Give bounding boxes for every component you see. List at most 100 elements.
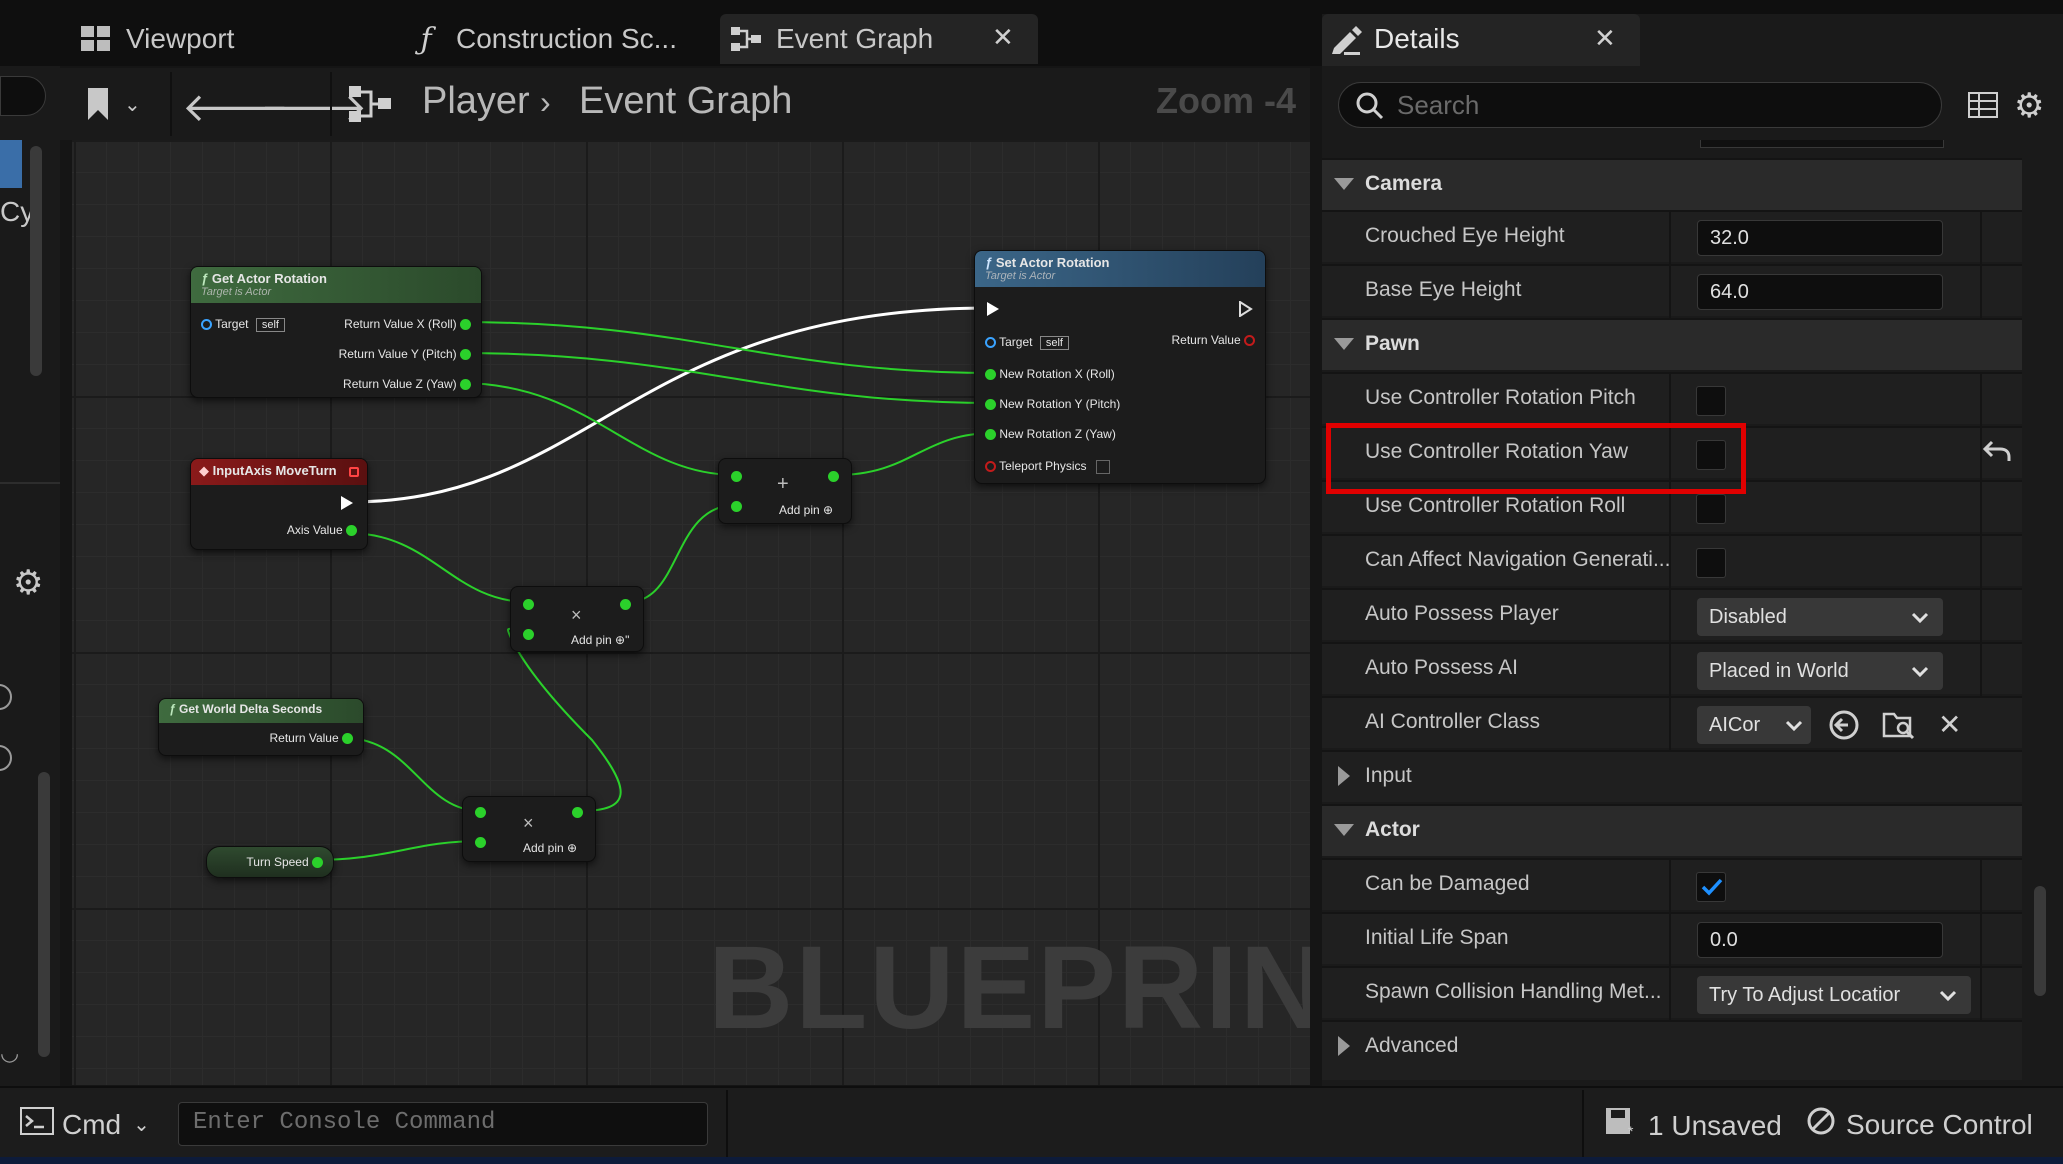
prop-label: Can Affect Navigation Generati...	[1365, 548, 1671, 571]
input-pin-yaw[interactable]: New Rotation Z (Yaw)	[985, 427, 1116, 441]
float-pin-icon[interactable]	[828, 471, 839, 482]
category-input[interactable]: Input	[1322, 750, 2022, 802]
clear-icon[interactable]: ✕	[1938, 708, 1961, 741]
spawn-collision-dropdown[interactable]: Try To Adjust Locatior	[1697, 976, 1971, 1014]
node-input-axis-moveturn[interactable]: ◆ InputAxis MoveTurn Axis Value	[190, 458, 368, 550]
tab-event-graph[interactable]: Event Graph	[720, 14, 1038, 64]
float-pin-icon[interactable]	[620, 599, 631, 610]
float-pin-icon[interactable]	[475, 807, 486, 818]
target-pin[interactable]: Target self	[201, 317, 285, 332]
delegate-pin-icon[interactable]	[349, 467, 359, 477]
prop-crouched-eye-height: Crouched Eye Height 32.0	[1322, 210, 2022, 264]
output-pin-pitch[interactable]: Return Value Y (Pitch)	[339, 347, 471, 361]
chevron-down-icon	[1911, 661, 1929, 684]
console-command-input[interactable]: Enter Console Command	[178, 1102, 708, 1146]
cmd-dropdown[interactable]: Cmd ⌄	[20, 1107, 150, 1142]
input-pin-pitch[interactable]: New Rotation Y (Pitch)	[985, 397, 1120, 411]
tab-details[interactable]: Details ✕	[1322, 14, 1640, 66]
input-pin-roll[interactable]: New Rotation X (Roll)	[985, 367, 1115, 381]
target-pin[interactable]: Target self	[985, 335, 1069, 350]
left-scrollbar-lower[interactable]	[38, 772, 50, 1057]
prop-auto-possess-ai: Auto Possess AI Placed in World	[1322, 642, 2022, 696]
axis-value-pin[interactable]: Axis Value	[287, 523, 357, 537]
teleport-checkbox[interactable]	[1095, 459, 1110, 474]
add-pin-button[interactable]: Add pin ⊕	[779, 503, 833, 517]
auto-possess-player-dropdown[interactable]: Disabled	[1697, 598, 1943, 636]
exec-output-pin[interactable]	[341, 495, 353, 510]
search-input[interactable]	[1397, 89, 1917, 121]
gear-icon[interactable]: ⚙	[13, 563, 43, 603]
turn-speed-pin[interactable]: Turn Speed	[246, 855, 323, 869]
source-control-button[interactable]: Source Control	[1806, 1106, 2033, 1143]
category-label: Camera	[1365, 172, 1443, 195]
return-value-pin[interactable]: Return Value	[1172, 333, 1255, 347]
node-turn-speed-variable[interactable]: Turn Speed	[206, 846, 334, 878]
category-pawn[interactable]: Pawn	[1322, 318, 2022, 370]
eye-icon[interactable]: ◡	[0, 1040, 19, 1066]
use-controller-rotation-roll-checkbox[interactable]	[1696, 494, 1726, 524]
crouched-eye-height-input[interactable]: 32.0	[1697, 220, 1943, 256]
multiply-operator-symbol: ×	[523, 813, 534, 833]
self-value[interactable]: self	[1039, 336, 1069, 350]
bookmark-icon[interactable]	[86, 88, 110, 125]
float-pin-icon[interactable]	[475, 837, 486, 848]
use-selected-asset-icon[interactable]	[1828, 710, 1860, 745]
category-actor[interactable]: Actor	[1322, 804, 2022, 856]
node-get-world-delta-seconds[interactable]: ƒ Get World Delta Seconds Return Value	[158, 698, 364, 756]
breadcrumb-root[interactable]: Player	[422, 80, 530, 123]
output-pin-yaw[interactable]: Return Value Z (Yaw)	[343, 377, 471, 391]
float-pin-icon[interactable]	[731, 501, 742, 512]
self-value[interactable]: self	[255, 318, 285, 332]
details-scrollbar[interactable]	[2034, 886, 2046, 996]
browse-asset-icon[interactable]	[1882, 710, 1916, 745]
teleport-physics-pin[interactable]: Teleport Physics	[985, 459, 1110, 474]
details-search[interactable]	[1338, 82, 1942, 128]
node-add[interactable]: + Add pin ⊕	[718, 458, 852, 524]
can-be-damaged-checkbox[interactable]	[1696, 872, 1726, 902]
float-pin-icon	[985, 429, 996, 441]
divider	[1669, 212, 1671, 264]
ai-controller-class-dropdown[interactable]: AICor	[1697, 706, 1811, 744]
exec-output-pin[interactable]	[1227, 300, 1253, 318]
bookmark-dropdown-chevron-icon[interactable]: ⌄	[124, 92, 141, 117]
float-pin-icon[interactable]	[523, 599, 534, 610]
auto-possess-ai-dropdown[interactable]: Placed in World	[1697, 652, 1943, 690]
left-scrollbar[interactable]	[30, 146, 42, 376]
initial-life-span-input[interactable]: 0.0	[1697, 922, 1943, 958]
node-multiply-1[interactable]: × Add pin ⊕"	[510, 586, 644, 652]
close-tab-icon[interactable]: ✕	[1594, 23, 1616, 54]
settings-gear-icon[interactable]: ⚙	[2014, 86, 2044, 126]
add-pin-button[interactable]: Add pin ⊕"	[571, 633, 629, 647]
reset-to-default-icon[interactable]	[1982, 438, 2012, 469]
can-affect-navigation-checkbox[interactable]	[1696, 548, 1726, 578]
category-camera[interactable]: Camera	[1322, 158, 2022, 210]
pin-label: Turn Speed	[246, 855, 309, 869]
prop-can-be-damaged: Can be Damaged	[1322, 858, 2022, 912]
float-pin-icon[interactable]	[523, 629, 534, 640]
add-pin-button[interactable]: Add pin ⊕	[523, 841, 577, 855]
exec-input-pin[interactable]	[987, 301, 999, 316]
unsaved-button[interactable]: * 1 Unsaved	[1604, 1106, 1782, 1145]
category-advanced[interactable]: Advanced	[1322, 1020, 2022, 1080]
source-control-label: Source Control	[1846, 1108, 2033, 1140]
pin-label: Teleport Physics	[999, 459, 1087, 473]
details-title: Details	[1374, 23, 1460, 54]
tab-construction-script[interactable]: ƒ Construction Sc...	[410, 14, 710, 64]
function-icon: ƒ	[420, 21, 432, 57]
use-controller-rotation-pitch-checkbox[interactable]	[1696, 386, 1726, 416]
tab-viewport[interactable]: Viewport	[80, 14, 360, 64]
node-get-actor-rotation[interactable]: ƒ Get Actor Rotation Target is Actor Tar…	[190, 266, 482, 398]
checkmark-icon	[1701, 878, 1723, 896]
base-eye-height-input[interactable]: 64.0	[1697, 274, 1943, 310]
return-value-pin[interactable]: Return Value	[270, 731, 353, 745]
node-multiply-2[interactable]: × Add pin ⊕	[462, 796, 596, 862]
graph-canvas[interactable]: ƒ Get Actor Rotation Target is Actor Tar…	[72, 140, 1310, 1085]
node-set-actor-rotation[interactable]: ƒ Set Actor Rotation Target is Actor Tar…	[974, 250, 1266, 484]
property-matrix-icon[interactable]	[1968, 92, 1998, 123]
close-tab-icon[interactable]: ✕	[992, 22, 1014, 53]
float-pin-icon[interactable]	[731, 471, 742, 482]
divider	[1980, 212, 1982, 264]
left-search-field[interactable]	[0, 76, 46, 116]
float-pin-icon[interactable]	[572, 807, 583, 818]
output-pin-roll[interactable]: Return Value X (Roll)	[344, 317, 471, 331]
